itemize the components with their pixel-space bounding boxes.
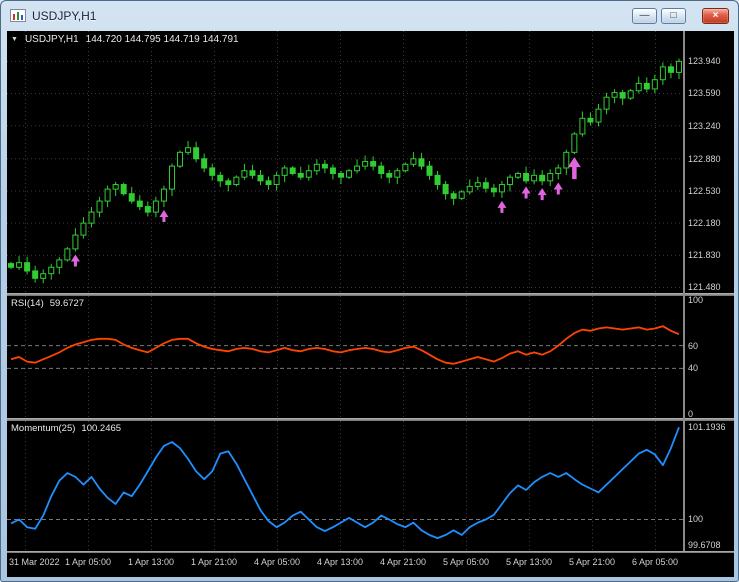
time-axis-label: 4 Apr 05:00 (254, 557, 300, 567)
time-axis-label: 1 Apr 05:00 (65, 557, 111, 567)
momentum-axis-label: 101.1936 (688, 422, 726, 432)
momentum-header: Momentum(25) 100.2465 (11, 423, 121, 434)
rsi-label: RSI(14) (11, 298, 44, 309)
time-axis-label: 4 Apr 13:00 (317, 557, 363, 567)
momentum-panel[interactable]: Momentum(25) 100.2465 (7, 421, 683, 551)
price-axis-label: 122.880 (688, 154, 721, 164)
chart-dropdown-icon[interactable]: ▼ (11, 36, 18, 43)
maximize-button[interactable]: □ (661, 8, 686, 24)
rsi-header: RSI(14) 59.6727 (11, 298, 84, 309)
chart-client-area: ▼ USDJPY,H1 144.720 144.795 144.719 144.… (7, 31, 734, 577)
minimize-button[interactable]: — (632, 8, 657, 24)
time-axis-label: 5 Apr 05:00 (443, 557, 489, 567)
time-axis-label: 5 Apr 21:00 (569, 557, 615, 567)
price-axis-label: 123.940 (688, 56, 721, 66)
price-axis-divider (683, 31, 685, 551)
momentum-label: Momentum(25) (11, 423, 75, 434)
price-axis-label: 123.590 (688, 88, 721, 98)
candlestick-chart[interactable] (7, 31, 683, 293)
candlestick-panel[interactable]: ▼ USDJPY,H1 144.720 144.795 144.719 144.… (7, 31, 683, 293)
rsi-axis-label: 0 (688, 409, 693, 419)
rsi-axis-label: 100 (688, 295, 703, 305)
momentum-chart[interactable] (7, 421, 683, 551)
rsi-axis-label: 40 (688, 363, 698, 373)
time-axis-label: 1 Apr 21:00 (191, 557, 237, 567)
momentum-axis-label: 100 (688, 514, 703, 524)
time-axis-label: 4 Apr 21:00 (380, 557, 426, 567)
chart-icon (10, 9, 26, 22)
price-axis-label: 122.180 (688, 218, 721, 228)
momentum-axis-label: 99.6708 (688, 540, 721, 550)
ohlc-values: 144.720 144.795 144.719 144.791 (86, 34, 239, 45)
close-button[interactable]: × (702, 8, 729, 24)
rsi-panel[interactable]: RSI(14) 59.6727 (7, 296, 683, 418)
price-axis-label: 122.530 (688, 186, 721, 196)
window-title: USDJPY,H1 (32, 9, 96, 23)
price-axis-label: 121.830 (688, 250, 721, 260)
symbol-timeframe-label: USDJPY,H1 (25, 34, 79, 45)
time-axis-label: 1 Apr 13:00 (128, 557, 174, 567)
time-axis-label: 6 Apr 05:00 (632, 557, 678, 567)
price-axis[interactable]: 123.940 123.590 123.240 122.880 122.530 … (688, 31, 734, 575)
chart-window: USDJPY,H1 — □ × ▼ USDJPY,H1 144.720 144.… (0, 0, 739, 582)
rsi-axis-label: 60 (688, 341, 698, 351)
titlebar[interactable]: USDJPY,H1 — □ × (1, 1, 738, 30)
window-controls: — □ × (632, 8, 729, 24)
rsi-value: 59.6727 (50, 298, 84, 309)
price-axis-label: 123.240 (688, 121, 721, 131)
momentum-value: 100.2465 (81, 423, 121, 434)
time-axis-label: 31 Mar 2022 (9, 557, 60, 567)
price-axis-label: 121.480 (688, 282, 721, 292)
rsi-chart[interactable] (7, 296, 683, 418)
time-axis-label: 5 Apr 13:00 (506, 557, 552, 567)
time-axis[interactable]: 31 Mar 2022 1 Apr 05:00 1 Apr 13:00 1 Ap… (7, 553, 683, 575)
chart-header: ▼ USDJPY,H1 144.720 144.795 144.719 144.… (11, 34, 239, 45)
